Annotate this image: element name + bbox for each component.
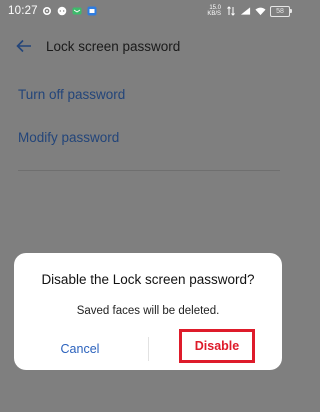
disable-password-dialog: Disable the Lock screen password? Saved … — [14, 253, 282, 370]
dialog-title: Disable the Lock screen password? — [41, 272, 255, 287]
network-speed-icon: 15.0 KB/S — [207, 5, 221, 17]
battery-level: 58 — [276, 7, 284, 15]
turn-off-password-item[interactable]: Turn off password — [18, 87, 125, 102]
page-title: Lock screen password — [46, 38, 181, 54]
wifi-icon — [255, 6, 266, 17]
disable-button[interactable]: Disable — [179, 329, 255, 363]
settings-icon — [42, 6, 53, 17]
chat-icon — [57, 6, 68, 17]
app-icon — [87, 6, 98, 17]
status-bar: 10:27 15.0 KB/S 58 — [0, 0, 298, 22]
dialog-message: Saved faces will be deleted. — [76, 305, 220, 317]
dialog-divider — [148, 337, 149, 361]
signal-icon — [240, 6, 251, 17]
message-icon — [72, 6, 83, 17]
cancel-button[interactable]: Cancel — [34, 337, 126, 361]
back-arrow-icon[interactable] — [14, 36, 34, 56]
status-time: 10:27 — [8, 5, 38, 17]
net-speed-unit: KB/S — [207, 11, 221, 17]
divider — [18, 170, 280, 171]
modify-password-item[interactable]: Modify password — [18, 130, 119, 145]
mobile-data-icon — [225, 6, 236, 17]
header: Lock screen password — [0, 30, 298, 62]
battery-icon: 58 — [270, 5, 292, 17]
